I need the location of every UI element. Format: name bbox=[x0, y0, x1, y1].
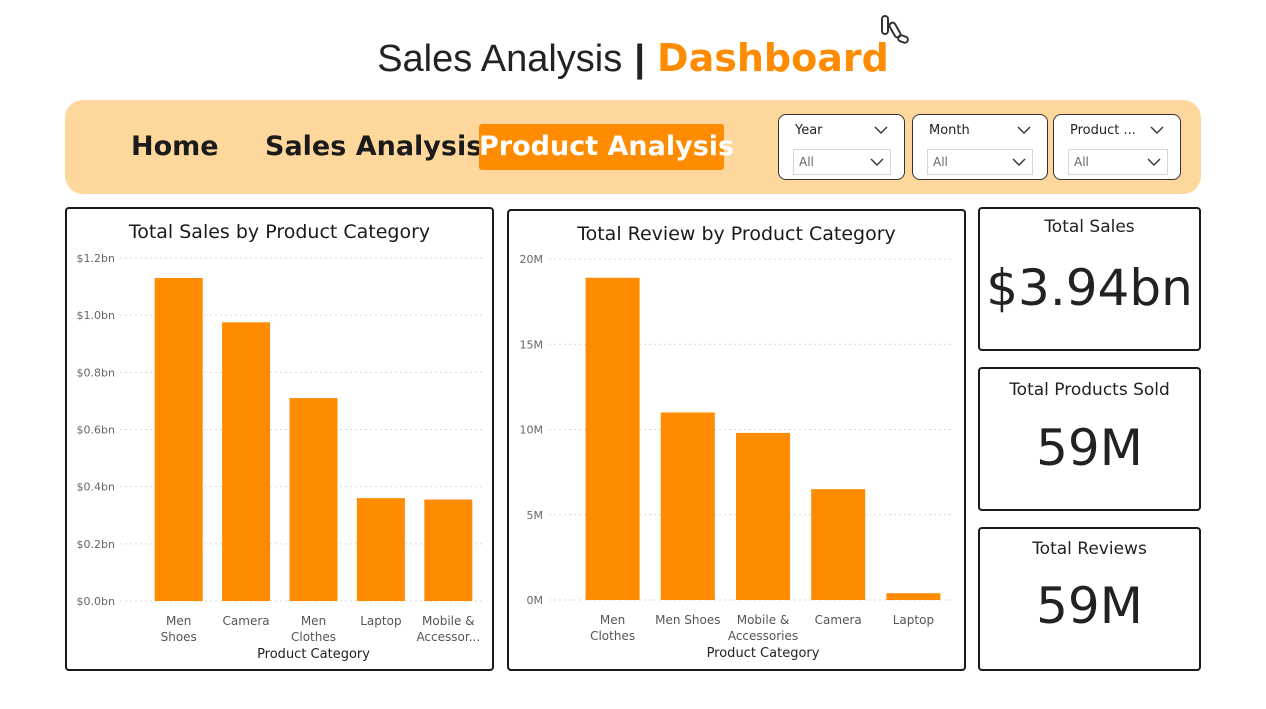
x-tick-label: Mobile & bbox=[737, 613, 790, 627]
product-dropdown[interactable]: All bbox=[1068, 149, 1168, 175]
x-tick-label: Men bbox=[600, 613, 625, 627]
chevron-down-icon[interactable] bbox=[1017, 125, 1031, 135]
chevron-down-icon bbox=[1147, 158, 1161, 166]
bar[interactable] bbox=[424, 499, 473, 601]
x-tick-label: Men bbox=[166, 614, 191, 628]
x-tick-label: Laptop bbox=[360, 614, 401, 628]
y-tick-label: 10M bbox=[520, 424, 544, 437]
x-tick-label: Mobile & bbox=[422, 614, 475, 628]
year-slicer: Year All bbox=[778, 114, 905, 180]
bar[interactable] bbox=[736, 432, 790, 600]
review-by-category-chart: 0M 5M 10M 15M 20M Men Clothes Men Shoes Mobile &… bbox=[520, 253, 951, 661]
month-dropdown-value: All bbox=[933, 155, 948, 169]
bar[interactable] bbox=[811, 489, 866, 600]
sales-by-category-chart-card: Total Sales by Product Category $0.0bn $0… bbox=[65, 207, 494, 671]
kpi-value: 59M bbox=[1036, 419, 1143, 477]
nav-sales-analysis-button[interactable]: Sales Analysis bbox=[265, 124, 482, 170]
kpi-label: Total Reviews bbox=[1032, 539, 1147, 559]
bar[interactable] bbox=[886, 593, 941, 600]
y-tick-label: $0.2bn bbox=[77, 538, 115, 551]
x-axis-title: Product Category bbox=[707, 646, 820, 661]
x-tick-label: Men bbox=[301, 614, 326, 628]
year-dropdown[interactable]: All bbox=[793, 149, 891, 175]
y-tick-label: 15M bbox=[520, 338, 544, 351]
year-dropdown-value: All bbox=[799, 155, 814, 169]
y-tick-label: $1.0bn bbox=[77, 309, 115, 322]
product-slicer-label: Product ... bbox=[1070, 123, 1136, 138]
bar[interactable] bbox=[585, 277, 640, 600]
nav-product-analysis-button[interactable]: Product Analysis bbox=[479, 124, 734, 170]
x-axis-title: Product Category bbox=[257, 647, 370, 662]
kpi-label: Total Products Sold bbox=[1009, 380, 1170, 400]
month-dropdown[interactable]: All bbox=[927, 149, 1033, 175]
x-tick-label: Men Shoes bbox=[655, 613, 720, 627]
chevron-down-icon bbox=[870, 158, 884, 166]
x-tick-label: Shoes bbox=[161, 630, 197, 644]
y-tick-label: $0.0bn bbox=[77, 595, 115, 608]
month-slicer: Month All bbox=[912, 114, 1048, 180]
x-tick-label: Laptop bbox=[893, 613, 934, 627]
chevron-down-icon[interactable] bbox=[1150, 125, 1164, 135]
review-by-category-chart-card: Total Review by Product Category 0M 5M 10M… bbox=[507, 209, 966, 671]
kpi-total-products-sold-card: Total Products Sold 59M bbox=[978, 367, 1201, 511]
bar[interactable] bbox=[154, 278, 203, 601]
kpi-total-sales-card: Total Sales $3.94bn bbox=[978, 207, 1201, 351]
title-accent: Dashboard bbox=[657, 36, 889, 80]
y-tick-label: 0M bbox=[527, 594, 544, 607]
y-tick-label: $0.8bn bbox=[77, 366, 115, 379]
title-separator: | bbox=[634, 38, 645, 80]
bar[interactable] bbox=[356, 498, 405, 601]
chevron-down-icon[interactable] bbox=[874, 125, 888, 135]
x-tick-label: Accessories bbox=[728, 629, 798, 643]
product-dropdown-value: All bbox=[1074, 155, 1089, 169]
bar[interactable] bbox=[222, 322, 271, 601]
x-tick-label: Camera bbox=[815, 613, 862, 627]
bar[interactable] bbox=[289, 398, 338, 601]
kpi-value: $3.94bn bbox=[986, 259, 1193, 317]
product-slicer: Product ... All bbox=[1053, 114, 1181, 180]
sparkle-icon bbox=[881, 15, 909, 44]
y-tick-label: 20M bbox=[520, 253, 544, 266]
y-tick-label: $0.4bn bbox=[77, 481, 115, 494]
y-tick-label: 5M bbox=[527, 509, 544, 522]
x-tick-label: Clothes bbox=[590, 629, 635, 643]
x-tick-label: Accessor... bbox=[416, 630, 480, 644]
navigation-bar: Home Sales Analysis Product Analysis Yea… bbox=[65, 100, 1201, 194]
y-tick-label: $1.2bn bbox=[77, 252, 115, 265]
x-tick-label: Clothes bbox=[291, 630, 336, 644]
kpi-total-reviews-card: Total Reviews 59M bbox=[978, 527, 1201, 671]
chevron-down-icon bbox=[1012, 158, 1026, 166]
year-slicer-label: Year bbox=[795, 123, 823, 138]
kpi-label: Total Sales bbox=[1044, 217, 1135, 237]
title-main: Sales Analysis bbox=[377, 38, 623, 80]
sales-by-category-chart: $0.0bn $0.2bn $0.4bn $0.6bn $0.8bn $1.0bn $1.2… bbox=[77, 252, 482, 662]
page-title: Sales Analysis | Dashboard bbox=[0, 34, 1266, 83]
bar[interactable] bbox=[660, 412, 715, 600]
x-tick-label: Camera bbox=[223, 614, 270, 628]
kpi-value: 59M bbox=[1036, 577, 1143, 635]
nav-home-button[interactable]: Home bbox=[131, 124, 219, 170]
month-slicer-label: Month bbox=[929, 123, 970, 138]
y-tick-label: $0.6bn bbox=[77, 424, 115, 437]
